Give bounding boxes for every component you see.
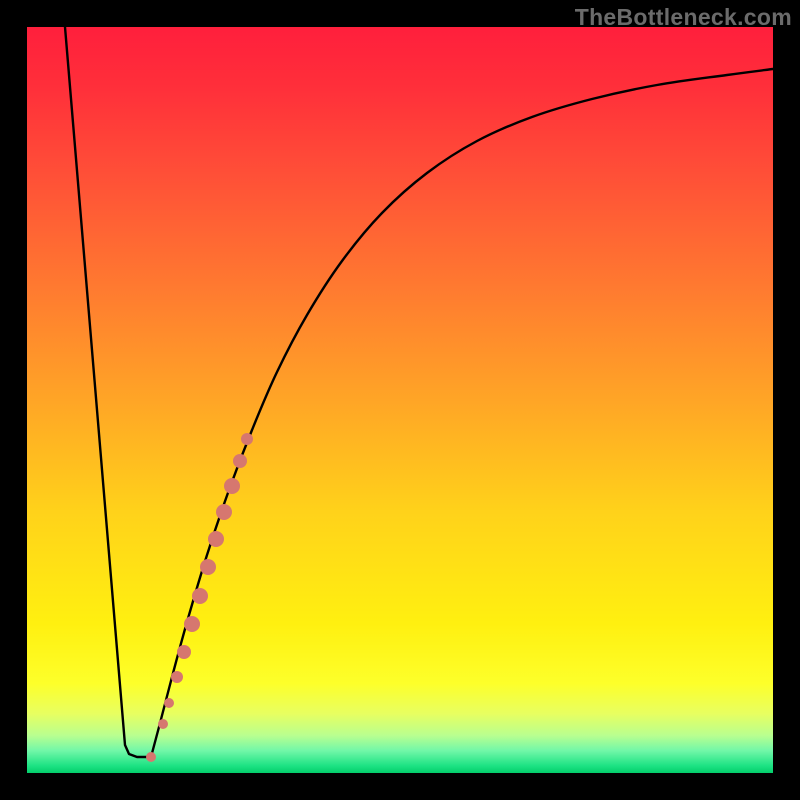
data-marker (192, 588, 208, 604)
plot-area (27, 27, 773, 773)
data-marker (184, 616, 200, 632)
data-marker (164, 698, 174, 708)
chart-frame: TheBottleneck.com (0, 0, 800, 800)
curve-right (151, 69, 773, 757)
watermark-label: TheBottleneck.com (575, 4, 792, 31)
data-marker (146, 752, 156, 762)
data-marker (233, 454, 247, 468)
data-marker (224, 478, 240, 494)
curve-left (65, 27, 151, 757)
data-marker (171, 671, 183, 683)
data-marker (158, 719, 168, 729)
chart-svg (27, 27, 773, 773)
data-marker (208, 531, 224, 547)
data-marker (200, 559, 216, 575)
data-marker (216, 504, 232, 520)
data-marker (241, 433, 253, 445)
data-marker (177, 645, 191, 659)
